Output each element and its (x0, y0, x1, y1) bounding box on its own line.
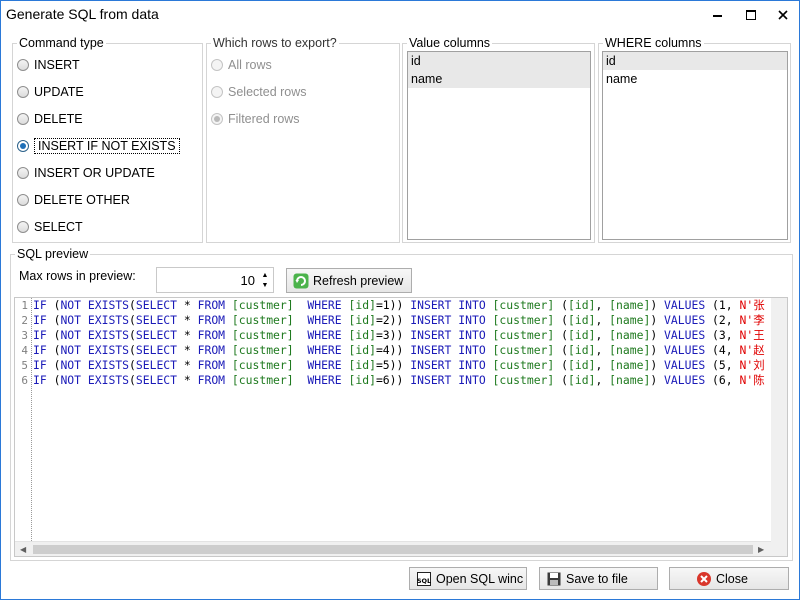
radio-label: DELETE (34, 112, 83, 126)
generate-sql-dialog: Generate SQL from data Command type INSE… (0, 0, 800, 600)
radio-option[interactable]: INSERT OR UPDATE (17, 164, 155, 182)
radio-label: INSERT OR UPDATE (34, 166, 155, 180)
sql-preview-title: SQL preview (15, 247, 91, 262)
where-columns-group: WHERE columns id name (598, 36, 791, 243)
scroll-corner (771, 541, 787, 556)
radio-button (211, 59, 223, 71)
code-line[interactable]: IF (NOT EXISTS(SELECT * FROM [custmer] W… (33, 298, 770, 313)
radio-button[interactable] (17, 194, 29, 206)
code-line[interactable]: IF (NOT EXISTS(SELECT * FROM [custmer] W… (33, 373, 770, 388)
line-number: 4 (21, 344, 28, 357)
svg-text:SQL: SQL (417, 577, 431, 585)
radio-option[interactable]: DELETE OTHER (17, 191, 130, 209)
list-item[interactable]: name (408, 70, 590, 88)
refresh-icon (293, 273, 309, 289)
list-item[interactable]: id (408, 52, 590, 70)
sql-file-icon: SQL (416, 571, 432, 587)
radio-button[interactable] (17, 113, 29, 125)
radio-option[interactable]: DELETE (17, 110, 83, 128)
rows-export-title: Which rows to export? (211, 36, 339, 51)
radio-option[interactable]: UPDATE (17, 83, 84, 101)
value-columns-title: Value columns (407, 36, 493, 51)
max-rows-label: Max rows in preview: (19, 269, 136, 283)
line-number: 1 (21, 299, 28, 312)
line-number: 5 (21, 359, 28, 372)
scroll-right-icon[interactable]: ▶ (758, 545, 764, 554)
radio-option: Filtered rows (211, 110, 300, 128)
save-to-file-label: Save to file (566, 571, 628, 586)
refresh-preview-button[interactable]: Refresh preview (286, 268, 412, 293)
radio-label: UPDATE (34, 85, 84, 99)
rows-export-group: Which rows to export? All rows Selected r… (206, 36, 400, 243)
title-bar: Generate SQL from data (1, 1, 799, 29)
line-number: 3 (21, 329, 28, 342)
max-rows-value: 10 (240, 273, 255, 288)
scroll-left-icon[interactable]: ◀ (20, 545, 26, 554)
radio-label: All rows (228, 58, 272, 72)
minimize-icon (712, 15, 722, 17)
save-icon (546, 571, 562, 587)
close-circle-icon (696, 571, 712, 587)
radio-button[interactable] (17, 140, 29, 152)
horizontal-scrollbar[interactable]: ◀ ▶ (15, 541, 771, 556)
spin-down-icon[interactable]: ▼ (260, 280, 270, 290)
radio-option: All rows (211, 56, 272, 74)
radio-button[interactable] (17, 86, 29, 98)
window-title: Generate SQL from data (6, 6, 159, 22)
radio-label: Selected rows (228, 85, 307, 99)
radio-button[interactable] (17, 167, 29, 179)
radio-label: Filtered rows (228, 112, 300, 126)
sql-code-area[interactable]: IF (NOT EXISTS(SELECT * FROM [custmer] W… (33, 298, 770, 541)
maximize-button[interactable] (734, 1, 768, 29)
line-number-gutter: 1 2 3 4 5 6 (15, 298, 32, 541)
close-icon (778, 10, 788, 20)
close-label: Close (716, 571, 748, 586)
code-line[interactable]: IF (NOT EXISTS(SELECT * FROM [custmer] W… (33, 328, 770, 343)
minimize-button[interactable] (700, 1, 734, 29)
command-type-title: Command type (17, 36, 106, 51)
horizontal-scroll-thumb[interactable] (33, 545, 753, 554)
open-sql-window-button[interactable]: SQL Open SQL winc (409, 567, 527, 590)
radio-label: SELECT (34, 220, 83, 234)
command-type-group: Command type INSERT UPDATE DELETE INSERT IF… (12, 36, 203, 243)
code-line[interactable]: IF (NOT EXISTS(SELECT * FROM [custmer] W… (33, 343, 770, 358)
close-button[interactable]: Close (669, 567, 789, 590)
radio-option[interactable]: INSERT (17, 56, 80, 74)
where-columns-list[interactable]: id name (602, 51, 788, 240)
radio-option[interactable]: INSERT IF NOT EXISTS (17, 137, 180, 155)
radio-button[interactable] (17, 221, 29, 233)
refresh-preview-label: Refresh preview (313, 273, 404, 288)
list-item[interactable]: id (603, 52, 787, 70)
radio-option: Selected rows (211, 83, 307, 101)
radio-label: INSERT IF NOT EXISTS (34, 138, 180, 154)
line-number: 6 (21, 374, 28, 387)
open-sql-window-label: Open SQL winc (436, 571, 524, 586)
code-line[interactable]: IF (NOT EXISTS(SELECT * FROM [custmer] W… (33, 358, 770, 373)
code-line[interactable]: IF (NOT EXISTS(SELECT * FROM [custmer] W… (33, 313, 770, 328)
value-columns-list[interactable]: id name (407, 51, 591, 240)
spin-up-icon[interactable]: ▲ (260, 270, 270, 280)
radio-button (211, 86, 223, 98)
radio-button (211, 113, 223, 125)
radio-label: INSERT (34, 58, 80, 72)
maximize-icon (746, 10, 756, 20)
radio-option[interactable]: SELECT (17, 218, 83, 236)
vertical-scrollbar[interactable] (771, 298, 787, 541)
close-window-button[interactable] (766, 1, 800, 29)
value-columns-group: Value columns id name (402, 36, 595, 243)
max-rows-stepper[interactable]: 10 ▲ ▼ (156, 267, 274, 293)
list-item[interactable]: name (603, 70, 787, 88)
radio-label: DELETE OTHER (34, 193, 130, 207)
line-number: 2 (21, 314, 28, 327)
where-columns-title: WHERE columns (603, 36, 704, 51)
sql-preview-editor[interactable]: 1 2 3 4 5 6 IF (NOT EXISTS(SELECT * FROM [cus… (14, 297, 788, 557)
radio-button[interactable] (17, 59, 29, 71)
save-to-file-button[interactable]: Save to file (539, 567, 658, 590)
